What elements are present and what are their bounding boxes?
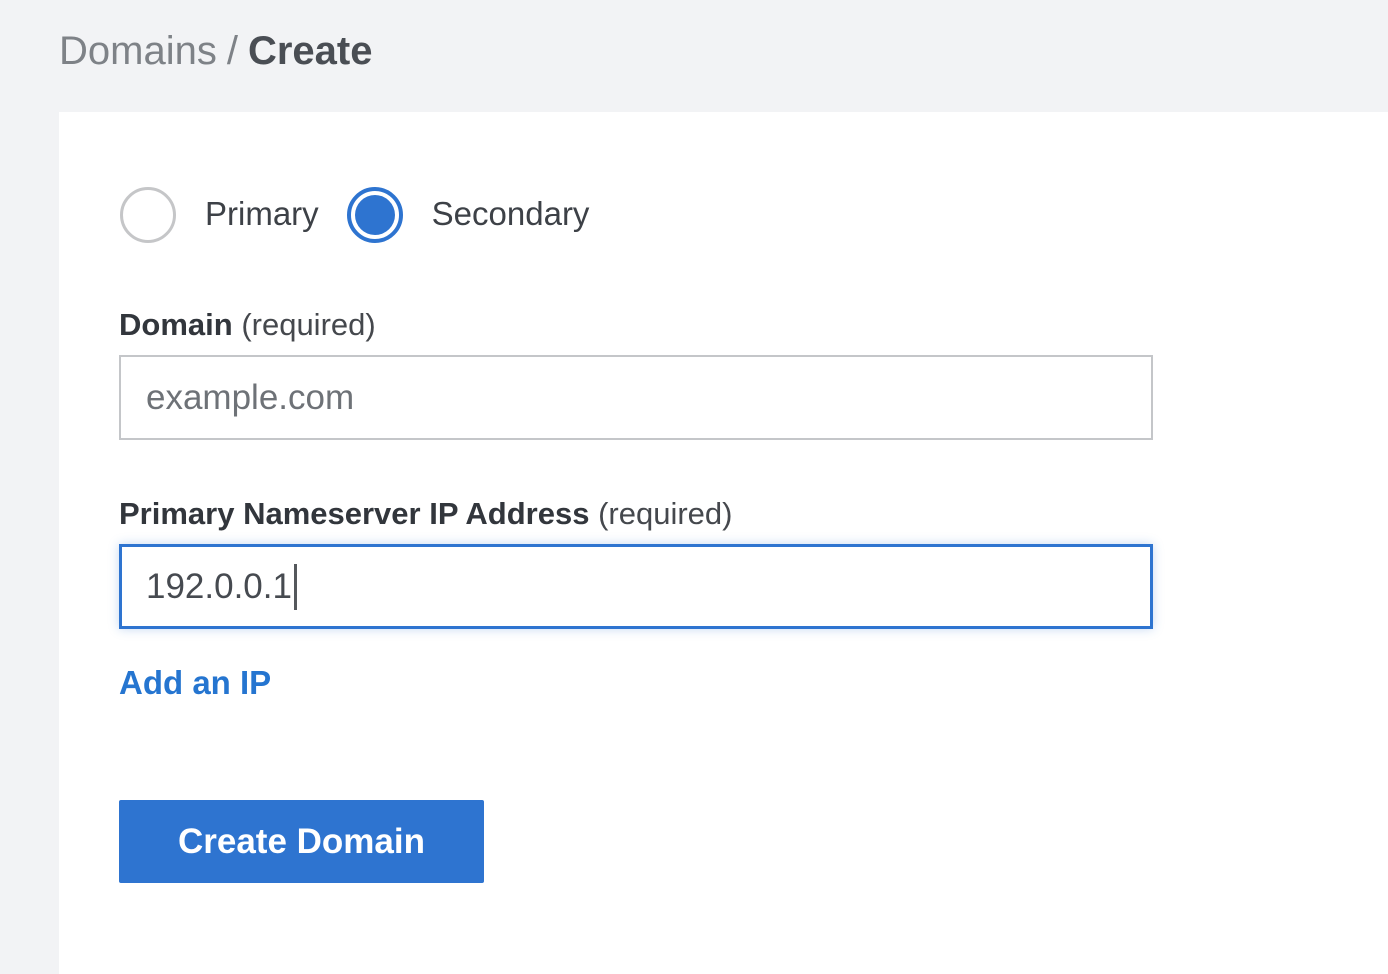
radio-primary[interactable] bbox=[120, 187, 176, 243]
create-domain-button[interactable]: Create Domain bbox=[119, 800, 484, 883]
domain-label-text: Domain bbox=[119, 307, 233, 342]
domain-required-hint: (required) bbox=[241, 307, 375, 342]
radio-secondary-label[interactable]: Secondary bbox=[432, 197, 590, 233]
breadcrumb: Domains/Create bbox=[59, 26, 372, 76]
domain-input[interactable] bbox=[119, 355, 1153, 440]
radio-secondary[interactable] bbox=[347, 187, 403, 243]
primary-nameserver-ip-input[interactable]: 192.0.0.1 bbox=[119, 544, 1153, 629]
radio-selected-dot bbox=[355, 195, 395, 235]
domain-field-label: Domain (required) bbox=[119, 306, 1328, 344]
text-caret bbox=[294, 564, 297, 610]
ip-field-label: Primary Nameserver IP Address (required) bbox=[119, 495, 1328, 533]
ip-label-text: Primary Nameserver IP Address bbox=[119, 496, 589, 531]
domain-field-group: Domain (required) bbox=[119, 306, 1328, 440]
breadcrumb-parent[interactable]: Domains bbox=[59, 29, 217, 73]
domain-type-radio-group: Primary Secondary bbox=[120, 186, 1328, 244]
radio-primary-label[interactable]: Primary bbox=[205, 197, 319, 233]
ip-required-hint: (required) bbox=[598, 496, 732, 531]
radio-option-primary[interactable]: Primary bbox=[120, 187, 319, 243]
add-ip-link[interactable]: Add an IP bbox=[119, 664, 271, 702]
breadcrumb-separator: / bbox=[227, 29, 238, 73]
create-domain-card: Primary Secondary Domain (required) Prim… bbox=[59, 112, 1388, 974]
ip-input-value: 192.0.0.1 bbox=[146, 567, 292, 607]
ip-field-group: Primary Nameserver IP Address (required)… bbox=[119, 495, 1328, 629]
breadcrumb-current: Create bbox=[248, 29, 373, 73]
radio-option-secondary[interactable]: Secondary bbox=[347, 187, 590, 243]
